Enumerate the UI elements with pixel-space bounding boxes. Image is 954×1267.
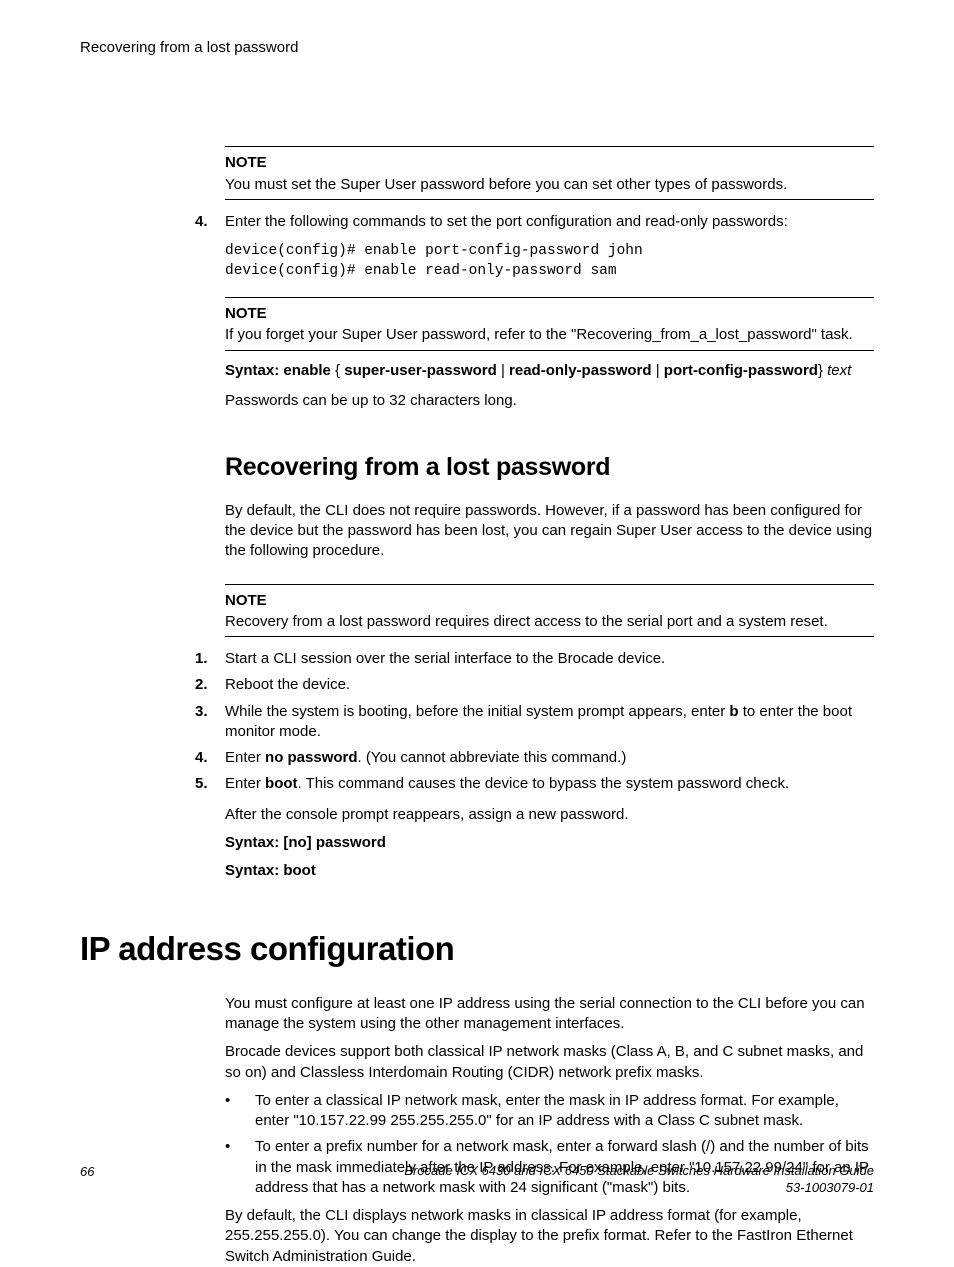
heading-recovering: Recovering from a lost password — [225, 451, 874, 485]
step-number: 3. — [195, 702, 225, 743]
footer-text: Brocade ICX 6430 and ICX 6450 Stackable … — [404, 1163, 874, 1197]
code-block: device(config)# enable port-config-passw… — [225, 242, 874, 281]
recover-steps: 1.Start a CLI session over the serial in… — [195, 649, 874, 795]
recover-intro: By default, the CLI does not require pas… — [225, 501, 874, 562]
list-item: 5.Enter boot. This command causes the de… — [195, 774, 874, 794]
note-rule-top — [225, 297, 874, 298]
step-body: Enter the following commands to set the … — [225, 212, 874, 232]
step-body: Start a CLI session over the serial inte… — [225, 649, 874, 669]
note-rule-top — [225, 584, 874, 585]
syntax-boot: Syntax: boot — [225, 861, 874, 881]
note-rule-bottom — [225, 199, 874, 200]
note-rule-bottom — [225, 636, 874, 637]
step-number: 2. — [195, 675, 225, 695]
list-item: 3.While the system is booting, before th… — [195, 702, 874, 743]
step-body: Reboot the device. — [225, 675, 874, 695]
step-4: 4. Enter the following commands to set t… — [195, 212, 874, 232]
step-number: 1. — [195, 649, 225, 669]
ip-paragraph-3: By default, the CLI displays network mas… — [225, 1206, 874, 1267]
password-length-note: Passwords can be up to 32 characters lon… — [225, 391, 874, 411]
step-body: While the system is booting, before the … — [225, 702, 874, 743]
ip-paragraph-2: Brocade devices support both classical I… — [225, 1042, 874, 1083]
note-rule-top — [225, 146, 874, 147]
page: Recovering from a lost password NOTE You… — [0, 0, 954, 1235]
syntax-keyword: Syntax: enable — [225, 362, 331, 379]
list-item: 2.Reboot the device. — [195, 675, 874, 695]
content-column: NOTE You must set the Super User passwor… — [225, 146, 874, 1267]
heading-ip-config: IP address configuration — [80, 927, 874, 972]
syntax-enable: Syntax: enable { super-user-password | r… — [225, 361, 874, 381]
page-footer: 66 Brocade ICX 6430 and ICX 6450 Stackab… — [80, 1163, 874, 1197]
note-label: NOTE — [225, 304, 874, 324]
list-item: 4.Enter no password. (You cannot abbrevi… — [195, 748, 874, 768]
step-number: 4. — [195, 212, 225, 232]
ip-paragraph-1: You must configure at least one IP addre… — [225, 994, 874, 1035]
step-number: 5. — [195, 774, 225, 794]
note-rule-bottom — [225, 350, 874, 351]
note-text: You must set the Super User password bef… — [225, 175, 874, 195]
running-header: Recovering from a lost password — [80, 38, 874, 58]
step-number: 4. — [195, 748, 225, 768]
bullet-body: To enter a classical IP network mask, en… — [255, 1091, 874, 1132]
page-number: 66 — [80, 1163, 94, 1181]
list-item: •To enter a classical IP network mask, e… — [225, 1091, 874, 1132]
syntax-no-password: Syntax: [no] password — [225, 833, 874, 853]
step-list-continued: 4. Enter the following commands to set t… — [195, 212, 874, 232]
note-label: NOTE — [225, 591, 874, 611]
step-body: Enter boot. This command causes the devi… — [225, 774, 874, 794]
step-body: Enter no password. (You cannot abbreviat… — [225, 748, 874, 768]
note-text: If you forget your Super User password, … — [225, 325, 874, 345]
list-item: 1.Start a CLI session over the serial in… — [195, 649, 874, 669]
bullet-icon: • — [225, 1091, 255, 1132]
after-steps: After the console prompt reappears, assi… — [225, 805, 874, 825]
note-text: Recovery from a lost password requires d… — [225, 612, 874, 632]
note-label: NOTE — [225, 153, 874, 173]
